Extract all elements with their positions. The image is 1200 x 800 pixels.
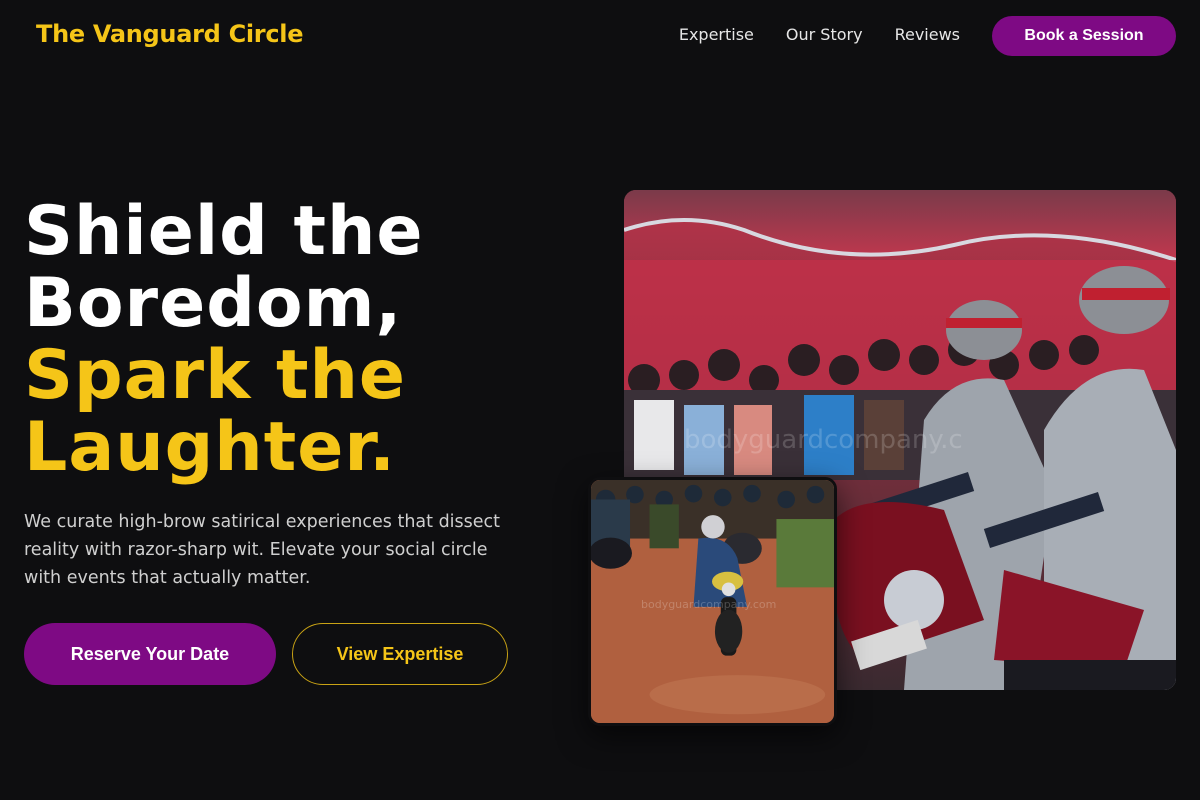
main-image-watermark: bodyguardcompany.c [684,425,963,455]
hero-title-line-4: Laughter. [24,408,397,487]
hero-description: We curate high-brow satirical experience… [24,512,501,588]
landing-page: The Vanguard Circle Expertise Our Story … [0,0,1200,800]
reserve-date-button[interactable]: Reserve Your Date [24,623,276,685]
top-nav: The Vanguard Circle Expertise Our Story … [0,0,1200,72]
nav-links: Expertise Our Story Reviews [647,25,960,44]
nav-link-expertise[interactable]: Expertise [679,25,754,44]
hero-title: Shield the Boredom, Spark the Laughter. [24,196,424,484]
view-expertise-button[interactable]: View Expertise [292,623,508,685]
nav-link-reviews[interactable]: Reviews [895,25,960,44]
hero-title-line-3: Spark the [24,336,407,415]
nav-link-our-story[interactable]: Our Story [786,25,863,44]
hero-title-line-2: Boredom, [24,264,403,343]
book-session-button[interactable]: Book a Session [992,16,1176,56]
hero-image-dirt-race: bodyguardcompany.com [588,477,837,726]
hero-title-line-1: Shield the [24,192,424,271]
small-image-watermark: bodyguardcompany.com [641,598,777,611]
brand-logo[interactable]: The Vanguard Circle [36,20,303,48]
